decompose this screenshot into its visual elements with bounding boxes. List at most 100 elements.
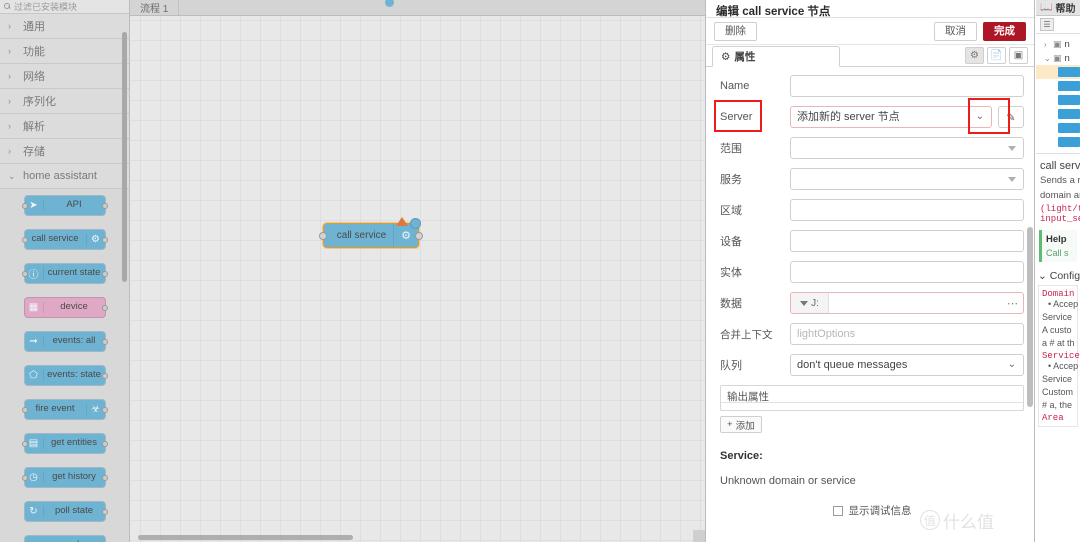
palette-node-label: call service [31,233,79,245]
help-entry-bullet: • Accep [1048,298,1079,309]
help-config-section[interactable]: ⌄ Configu [1036,270,1080,282]
node-port-right [101,372,108,379]
node-port-right [415,231,423,240]
help-entry-keyword: Area [1042,412,1064,423]
merge-context-input[interactable]: lightOptions [790,323,1024,345]
help-tree-row[interactable] [1036,121,1080,135]
node-port-right [101,202,108,209]
canvas-node-call-service[interactable]: call service ⚙ [319,217,423,248]
palette-node-device[interactable]: ▦ device [23,297,108,318]
server-control: 添加新的 server 节点 ⌄ ✎ [790,106,1024,128]
cube-icon: ▦ [25,302,44,313]
book-icon: 📖 [1040,2,1053,13]
area-input[interactable] [790,199,1024,221]
debug-checkbox[interactable] [832,505,843,516]
help-tree-label: n [1064,52,1070,64]
palette-node-events-all[interactable]: ➞ events: all [23,331,108,352]
service-section-text: Unknown domain or service [720,475,856,487]
palette-node-api[interactable]: ➤ API [21,195,108,216]
palette-node-label: device [60,301,88,313]
gear-icon: ⚙ [721,50,731,63]
help-entry-line: Service [1042,311,1073,322]
help-tree-row[interactable]: › ▣ n [1036,37,1080,51]
flow-tab-1[interactable]: 流程 1 [130,0,180,15]
palette-node-label: events: all [52,335,96,347]
palette-category-storage[interactable]: › 存储 [0,139,129,164]
node-port-left [21,474,28,481]
queue-select[interactable]: don't queue messages ⌄ [790,354,1024,376]
field-row-name: Name [720,75,1024,97]
chevron-down-icon: ⌄ [8,170,16,181]
palette-category-network[interactable]: › 网络 [0,64,129,89]
palette-scrollbar[interactable] [122,32,127,282]
palette-node-events-state[interactable]: ⬠ events: state [23,365,108,386]
help-tab-label: 帮助 [1055,4,1076,15]
help-code-line: input_se [1040,213,1080,224]
help-tree-row[interactable] [1036,79,1080,93]
palette-category-label: 网络 [23,71,45,83]
help-tree-row[interactable]: ⌄ ▣ n [1036,51,1080,65]
node-chip [1058,137,1080,147]
data-expand-button[interactable]: ⋯ [1003,293,1023,313]
palette-node-call-service[interactable]: call service ⚙ [21,229,108,250]
name-control [790,75,1024,97]
palette-node-label: get entities [51,437,97,449]
delete-button[interactable]: 删除 [714,21,757,41]
data-type-label: J: [811,297,819,309]
scope-select[interactable] [790,137,1024,159]
palette-node-poll-state[interactable]: ↻ poll state [23,501,108,522]
name-input[interactable] [790,75,1024,97]
palette-category-sequence[interactable]: › 序列化 [0,89,129,114]
help-tree-row[interactable] [1036,93,1080,107]
canvas-horizontal-scrollbar[interactable] [138,535,353,540]
palette-node-render-template[interactable]: {..} render template [23,535,106,542]
tab-properties[interactable]: ⚙ 属性 [712,46,840,67]
help-tree-row-selected[interactable] [1036,65,1080,79]
dialog-scrollbar[interactable] [1027,227,1033,407]
palette-node-current-state[interactable]: ⓘ current state [21,263,108,284]
device-input[interactable] [790,230,1024,252]
palette-category-home-assistant[interactable]: ⌄ home assistant [0,164,129,189]
chevron-down-icon: ⌄ [975,111,984,122]
flow-canvas[interactable]: 流程 1 call service ⚙ [130,0,705,542]
gear-icon[interactable]: ⚙ [965,47,984,64]
palette-categories: › 通用 › 功能 › 网络 › 序列化 › 解析 › 存储 ⌄ home as… [0,14,129,189]
debug-checkbox-row[interactable]: 显示调试信息 [720,503,1024,518]
list-view-icon[interactable]: ☰ [1040,18,1054,31]
help-entry-line: a # at th [1042,337,1075,348]
data-control: J: ⋯ [790,292,1024,314]
output-properties-label: 输出属性 [727,391,769,403]
canvas-grid[interactable] [130,16,705,542]
palette-category-general[interactable]: › 通用 [0,14,129,39]
palette-category-parser[interactable]: › 解析 [0,114,129,139]
palette-search-input[interactable]: 过滤已安装模块 [0,0,129,14]
help-tab[interactable]: 📖 帮助 [1036,0,1080,16]
add-output-property-button[interactable]: + 添加 [720,416,762,433]
description-icon[interactable]: 📄 [987,47,1006,64]
service-select[interactable] [790,168,1024,190]
output-properties-box[interactable]: 输出属性 [720,385,1024,411]
server-select[interactable]: 添加新的 server 节点 ⌄ [790,106,992,128]
chevron-down-icon: ⌄ [1007,359,1016,370]
node-port-left [21,440,28,447]
cancel-button[interactable]: 取消 [934,21,977,41]
data-type-selector[interactable]: J: [791,293,829,313]
server-label: Server [720,111,753,123]
appearance-icon[interactable]: ▣ [1009,47,1028,64]
edit-server-button[interactable]: ✎ [998,106,1024,128]
palette-node-get-history[interactable]: ◷ get history [21,467,108,488]
help-tree-row[interactable] [1036,107,1080,121]
help-tree-row[interactable] [1036,135,1080,149]
entity-input[interactable] [790,261,1024,283]
node-port-right [101,474,108,481]
done-button[interactable]: 完成 [983,21,1026,41]
palette-category-function[interactable]: › 功能 [0,39,129,64]
app-root: 过滤已安装模块 › 通用 › 功能 › 网络 › 序列化 › 解析 › 存储 ⌄… [0,0,1080,542]
canvas-resize-corner[interactable] [693,530,705,542]
pencil-icon: ✎ [1006,111,1016,124]
palette-node-get-entities[interactable]: ▤ get entities [21,433,108,454]
canvas-node-label: call service [336,230,387,241]
palette-node-fire-event[interactable]: fire event ☣ [21,399,108,420]
merge-context-control: lightOptions [790,323,1024,345]
data-input[interactable] [829,293,1003,313]
